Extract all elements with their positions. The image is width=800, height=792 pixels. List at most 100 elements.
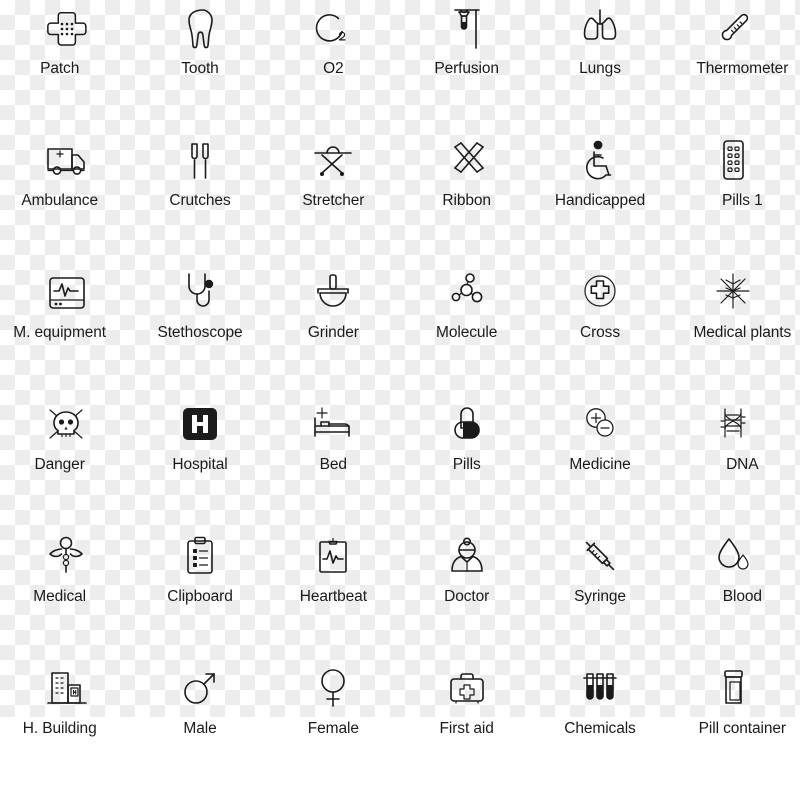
icon-label: Blood bbox=[722, 588, 762, 605]
hospital-bed-icon bbox=[306, 400, 360, 450]
hospital-building-icon bbox=[40, 664, 94, 714]
iv-drip-perfusion-icon bbox=[440, 4, 494, 54]
pills-capsule-icon bbox=[440, 400, 494, 450]
wheelchair-handicapped-icon bbox=[573, 136, 627, 186]
icon-label: Male bbox=[183, 720, 217, 737]
icon-cell-handicapped[interactable]: Handicapped bbox=[533, 132, 666, 264]
icon-label: Clipboard bbox=[167, 588, 233, 605]
icon-cell-dna[interactable]: DNA bbox=[667, 396, 800, 528]
icon-cell-o2[interactable]: O2 bbox=[267, 0, 400, 132]
icon-label: Hospital bbox=[172, 456, 228, 473]
plus-minus-medicine-icon bbox=[573, 400, 627, 450]
icon-cell-cross[interactable]: Cross bbox=[533, 264, 666, 396]
icon-label: Pills 1 bbox=[721, 192, 763, 209]
icon-cell-stethoscope[interactable]: Stethoscope bbox=[133, 264, 266, 396]
icon-cell-first-aid[interactable]: First aid bbox=[400, 660, 533, 792]
icon-label: Female bbox=[307, 720, 359, 737]
icon-cell-m-equipment[interactable]: M. equipment bbox=[0, 264, 133, 396]
icon-label: Lungs bbox=[579, 60, 621, 77]
icon-label: DNA bbox=[726, 456, 759, 473]
icon-cell-tooth[interactable]: Tooth bbox=[133, 0, 266, 132]
stethoscope-icon bbox=[173, 268, 227, 318]
thermometer-icon bbox=[706, 4, 760, 54]
icon-label: Thermometer bbox=[696, 60, 789, 77]
icon-cell-pills[interactable]: Pills bbox=[400, 396, 533, 528]
icon-cell-danger[interactable]: Danger bbox=[0, 396, 133, 528]
icon-label: O2 bbox=[323, 60, 344, 77]
icon-label: Handicapped bbox=[554, 192, 646, 209]
icon-label: Syringe bbox=[574, 588, 626, 605]
icon-label: Medicine bbox=[569, 456, 631, 473]
icon-cell-blood[interactable]: Blood bbox=[667, 528, 800, 660]
icon-label: Ribbon bbox=[442, 192, 491, 209]
icon-label: Ambulance bbox=[21, 192, 98, 209]
blood-drop-icon bbox=[706, 532, 760, 582]
icon-cell-molecule[interactable]: Molecule bbox=[400, 264, 533, 396]
icon-label: Stretcher bbox=[302, 192, 365, 209]
icon-cell-doctor[interactable]: Doctor bbox=[400, 528, 533, 660]
oxygen-o2-icon bbox=[306, 4, 360, 54]
icon-label: Patch bbox=[40, 60, 80, 77]
icon-label: Tooth bbox=[181, 60, 219, 77]
pill-container-icon bbox=[706, 664, 760, 714]
icon-cell-lungs[interactable]: Lungs bbox=[533, 0, 666, 132]
icon-cell-heartbeat[interactable]: Heartbeat bbox=[267, 528, 400, 660]
female-gender-icon bbox=[306, 664, 360, 714]
icon-cell-medicine[interactable]: Medicine bbox=[533, 396, 666, 528]
icon-cell-perfusion[interactable]: Perfusion bbox=[400, 0, 533, 132]
icon-cell-crutches[interactable]: Crutches bbox=[133, 132, 266, 264]
medical-monitor-equipment-icon bbox=[40, 268, 94, 318]
medical-plants-star-icon bbox=[706, 268, 760, 318]
icon-cell-thermometer[interactable]: Thermometer bbox=[667, 0, 800, 132]
icon-label: Pills bbox=[452, 456, 481, 473]
icon-cell-ambulance[interactable]: Ambulance bbox=[0, 132, 133, 264]
icon-cell-chemicals[interactable]: Chemicals bbox=[533, 660, 666, 792]
icon-label: Medical bbox=[33, 588, 87, 605]
medical-cross-circle-icon bbox=[573, 268, 627, 318]
icon-label: Danger bbox=[34, 456, 85, 473]
doctor-icon bbox=[440, 532, 494, 582]
icon-label: Stethoscope bbox=[157, 324, 243, 341]
icon-cell-h-building[interactable]: H. Building bbox=[0, 660, 133, 792]
bandage-patch-icon bbox=[40, 4, 94, 54]
clipboard-checklist-icon bbox=[173, 532, 227, 582]
crutches-icon bbox=[173, 136, 227, 186]
icon-cell-grinder[interactable]: Grinder bbox=[267, 264, 400, 396]
syringe-icon bbox=[573, 532, 627, 582]
mortar-grinder-icon bbox=[306, 268, 360, 318]
skull-danger-icon bbox=[40, 400, 94, 450]
icon-cell-male[interactable]: Male bbox=[133, 660, 266, 792]
heartbeat-chart-icon bbox=[306, 532, 360, 582]
icon-cell-bed[interactable]: Bed bbox=[267, 396, 400, 528]
hospital-h-sign-icon bbox=[173, 400, 227, 450]
icon-label: Doctor bbox=[444, 588, 490, 605]
icon-cell-pills-1[interactable]: Pills 1 bbox=[667, 132, 800, 264]
icon-cell-medical[interactable]: Medical bbox=[0, 528, 133, 660]
icon-label: First aid bbox=[439, 720, 494, 737]
dna-icon bbox=[706, 400, 760, 450]
icon-label: Medical plants bbox=[693, 324, 792, 341]
icon-cell-female[interactable]: Female bbox=[267, 660, 400, 792]
icon-label: Heartbeat bbox=[299, 588, 367, 605]
icon-label: Grinder bbox=[307, 324, 359, 341]
test-tubes-chemicals-icon bbox=[573, 664, 627, 714]
icon-cell-patch[interactable]: Patch bbox=[0, 0, 133, 132]
icon-grid: Patch Tooth O2 Perfusion Lungs Thermomet… bbox=[0, 0, 800, 737]
pill-blister-pack-icon bbox=[706, 136, 760, 186]
icon-label: Perfusion bbox=[434, 60, 499, 77]
tooth-icon bbox=[173, 4, 227, 54]
icon-cell-ribbon[interactable]: Ribbon bbox=[400, 132, 533, 264]
icon-cell-clipboard[interactable]: Clipboard bbox=[133, 528, 266, 660]
icon-label: Cross bbox=[580, 324, 620, 341]
icon-cell-pill-container[interactable]: Pill container bbox=[667, 660, 800, 792]
awareness-ribbon-icon bbox=[440, 136, 494, 186]
icon-label: Crutches bbox=[169, 192, 231, 209]
icon-label: Bed bbox=[319, 456, 347, 473]
first-aid-kit-icon bbox=[440, 664, 494, 714]
icon-cell-hospital[interactable]: Hospital bbox=[133, 396, 266, 528]
molecule-icon bbox=[440, 268, 494, 318]
caduceus-medical-icon bbox=[40, 532, 94, 582]
icon-cell-stretcher[interactable]: Stretcher bbox=[267, 132, 400, 264]
icon-cell-syringe[interactable]: Syringe bbox=[533, 528, 666, 660]
icon-cell-medical-plants[interactable]: Medical plants bbox=[667, 264, 800, 396]
